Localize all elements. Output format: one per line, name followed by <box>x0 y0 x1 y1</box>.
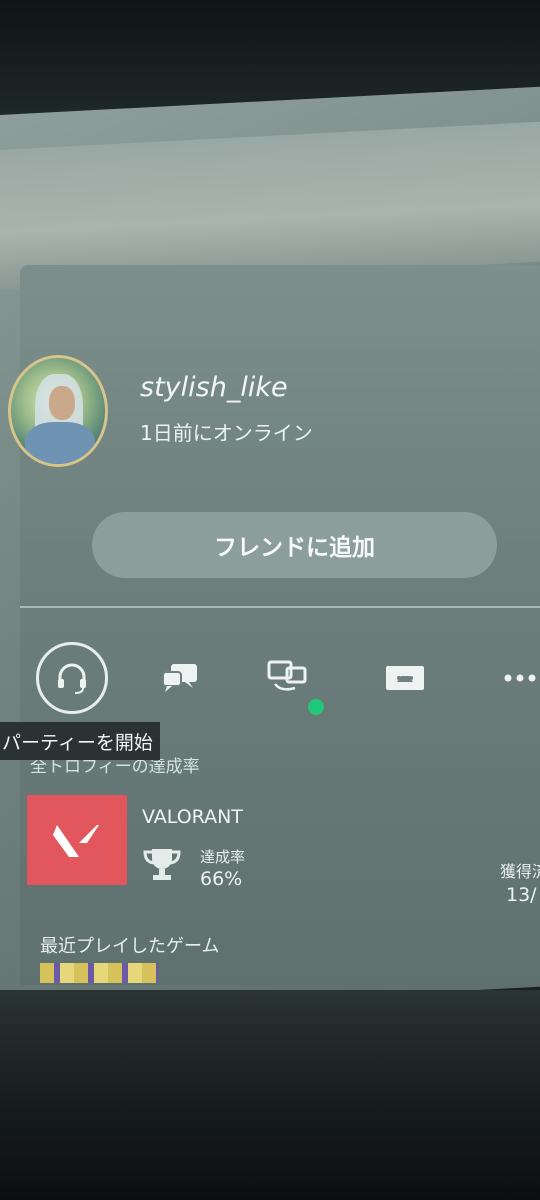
divider <box>20 606 540 608</box>
start-party-button[interactable] <box>36 642 108 714</box>
start-party-tooltip: パーティーを開始 <box>0 722 160 760</box>
valorant-game-tile[interactable] <box>27 795 127 885</box>
achievement-rate-value: 66% <box>200 868 243 890</box>
avatar-face <box>49 386 75 420</box>
avatar-robe <box>25 422 95 464</box>
game-title: VALORANT <box>142 806 243 828</box>
photo-frame: stylish_like 1日前にオンライン フレンドに追加 全トロフィーの達成… <box>0 0 540 1200</box>
recent-games-heading: 最近プレイしたゲーム <box>40 936 220 957</box>
more-icon <box>504 674 536 682</box>
chat-icon <box>162 664 197 692</box>
recent-game-thumbnail[interactable] <box>40 963 158 983</box>
remote-play-icon <box>267 660 307 691</box>
acquired-label: 獲得済 <box>500 862 540 881</box>
trophy-icon <box>143 849 181 880</box>
more-options-button[interactable] <box>496 648 540 708</box>
acquired-value: 13/ <box>506 884 537 906</box>
remote-play-button[interactable] <box>258 648 318 708</box>
share-screen-button[interactable] <box>375 648 435 708</box>
online-status: 1日前にオンライン <box>140 421 313 445</box>
headset-icon <box>58 663 86 694</box>
share-screen-icon <box>386 666 424 690</box>
achievement-rate-label: 達成率 <box>200 848 246 866</box>
add-friend-button[interactable]: フレンドに追加 <box>92 512 497 578</box>
avatar[interactable] <box>8 355 108 467</box>
message-button[interactable] <box>150 648 210 708</box>
valorant-logo-icon <box>53 825 99 857</box>
bottom-bezel <box>0 990 540 1200</box>
username: stylish_like <box>140 372 288 403</box>
online-indicator-dot <box>308 699 324 715</box>
